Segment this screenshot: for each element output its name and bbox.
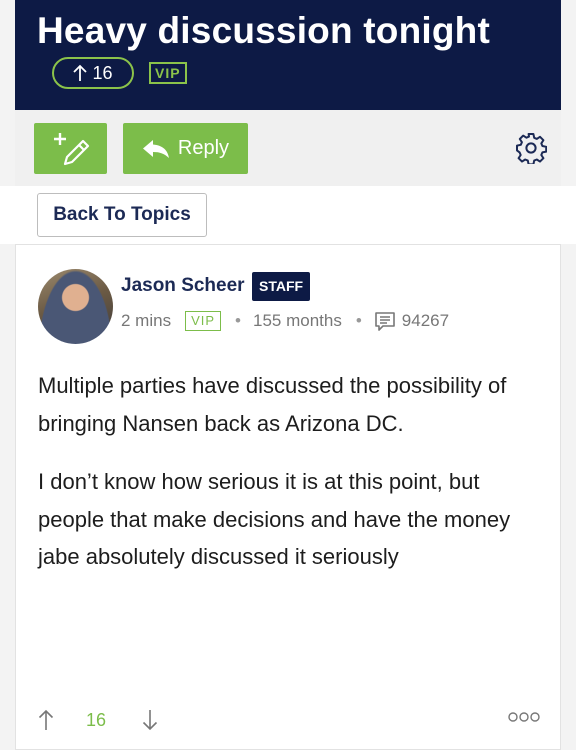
post-vote-count: 16 xyxy=(86,709,107,730)
avatar[interactable] xyxy=(38,269,113,344)
vip-badge: VIP xyxy=(149,62,187,84)
topic-toolbar: Reply xyxy=(15,110,561,186)
post-meta: 2 mins VIP • 155 months • 94267 xyxy=(121,310,449,332)
upvote-icon[interactable] xyxy=(38,709,54,731)
post-count-value: 94267 xyxy=(401,311,450,330)
post-time[interactable]: 2 mins xyxy=(121,311,171,331)
arrow-up-icon xyxy=(73,64,88,81)
topic-header: Heavy discussion tonight 16 VIP xyxy=(15,0,561,110)
reply-label: Reply xyxy=(177,137,230,159)
new-post-button[interactable] xyxy=(34,123,107,174)
post-vote-row: 16 xyxy=(38,707,158,733)
reply-button[interactable]: Reply xyxy=(123,123,248,174)
topic-title: Heavy discussion tonight xyxy=(37,10,490,51)
staff-badge: STAFF xyxy=(252,272,311,301)
reply-arrow-icon xyxy=(142,139,169,158)
post-paragraph: I don’t know how serious it is at this p… xyxy=(38,469,511,569)
downvote-icon[interactable] xyxy=(142,709,158,731)
message-icon xyxy=(374,311,395,331)
post-card: Jason Scheer STAFF 2 mins VIP • 155 mont… xyxy=(15,244,561,750)
author-vip-badge: VIP xyxy=(185,311,222,331)
separator-dot: • xyxy=(235,311,241,330)
post-count: 94267 xyxy=(374,311,449,332)
back-row: Back To Topics xyxy=(0,186,576,244)
post-paragraph: Multiple parties have discussed the poss… xyxy=(38,373,507,436)
topic-vote-count: 16 xyxy=(92,62,113,83)
post-body: Multiple parties have discussed the poss… xyxy=(38,367,538,576)
member-tenure: 155 months xyxy=(253,311,342,330)
compose-icon xyxy=(53,132,89,165)
back-to-topics-button[interactable]: Back To Topics xyxy=(37,193,207,237)
topic-vote-pill[interactable]: 16 xyxy=(52,57,134,89)
gear-icon[interactable] xyxy=(515,132,547,164)
more-options-icon[interactable] xyxy=(508,710,540,724)
separator-dot: • xyxy=(355,311,362,330)
author-name[interactable]: Jason Scheer xyxy=(121,275,245,297)
